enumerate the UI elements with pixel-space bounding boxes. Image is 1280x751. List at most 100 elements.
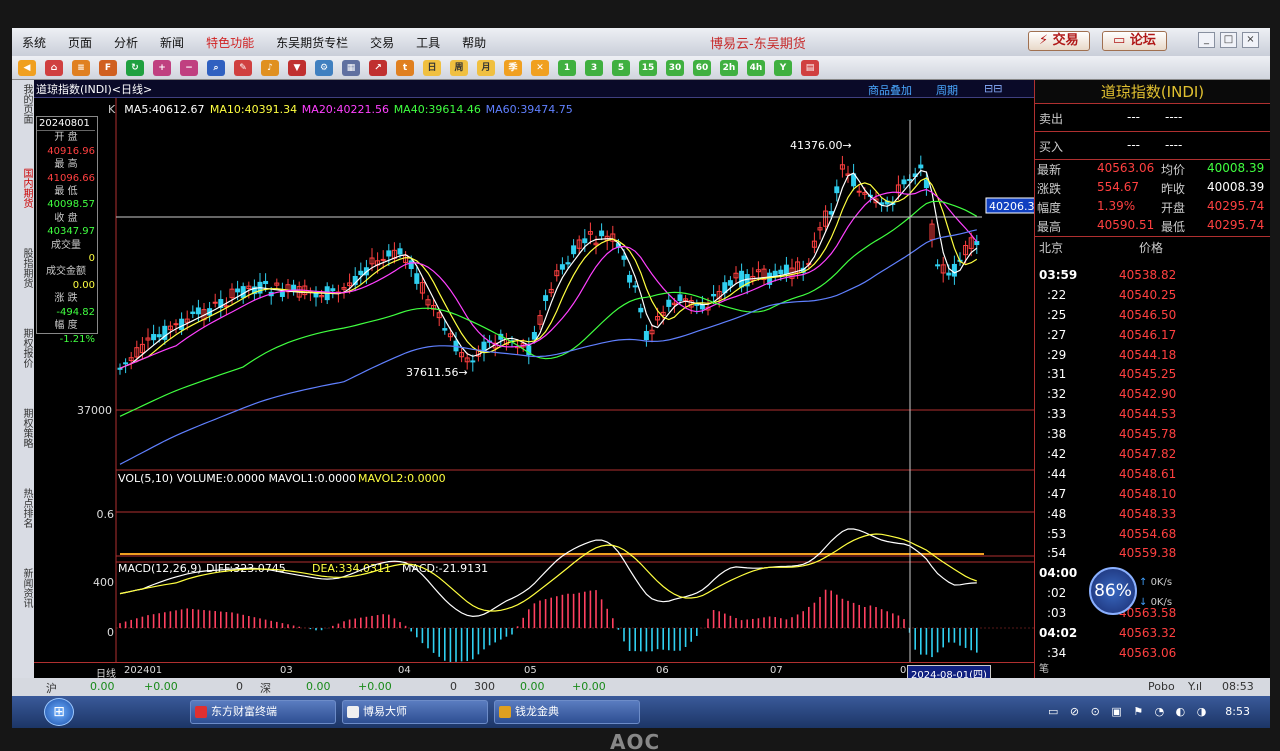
filter-icon[interactable]: ▼: [288, 59, 306, 76]
day-period-icon[interactable]: 日: [423, 59, 441, 76]
candle-body: [643, 330, 649, 341]
menu-analysis[interactable]: 分析: [114, 34, 138, 51]
close-icon[interactable]: ×: [1242, 32, 1259, 48]
period-button-year[interactable]: Y: [774, 59, 792, 76]
menu-system[interactable]: 系统: [22, 34, 46, 51]
tick-price: 40563.06: [1119, 645, 1177, 660]
draw-icon[interactable]: ✎: [234, 59, 252, 76]
quote-row: 幅度 1.39% 开盘 40295.74: [1035, 198, 1270, 217]
quote-value: 554.67: [1097, 180, 1139, 194]
bell-icon[interactable]: ♪: [261, 59, 279, 76]
refresh-icon[interactable]: ↻: [126, 59, 144, 76]
forum-button-label: 论坛: [1129, 33, 1156, 48]
tick-row: :47 40548.10: [1035, 485, 1270, 505]
tick-tab[interactable]: 笔: [1039, 660, 1049, 675]
info-close-label: 收 盘: [54, 212, 78, 224]
menu-column[interactable]: 东吴期货专栏: [276, 34, 348, 51]
tab-index-futures[interactable]: 股指期货: [14, 248, 32, 288]
tray-icons[interactable]: ▭ ⊘ ⊙ ▣ ⚑ ◔ ◐ ◑: [1048, 705, 1210, 718]
tab-news[interactable]: 新闻资讯: [14, 568, 32, 608]
sell-vol: ----: [1165, 110, 1183, 124]
vol-header: VOL(5,10) VOLUME:0.0000 MAVOL1:0.0000: [118, 472, 356, 485]
table-icon[interactable]: ▦: [342, 59, 360, 76]
quarter-period-icon[interactable]: 季: [504, 59, 522, 76]
taskbar-clock[interactable]: 8:53: [1225, 705, 1250, 718]
week-period-icon[interactable]: 周: [450, 59, 468, 76]
candle-body: [123, 362, 129, 365]
period-button-1[interactable]: 1: [558, 59, 576, 76]
sell-price: ---: [1127, 110, 1140, 124]
month-period-icon[interactable]: 月: [477, 59, 495, 76]
task-boyi[interactable]: 博易大师: [342, 700, 488, 724]
forum-button[interactable]: ▭ 论坛: [1102, 31, 1167, 51]
minimize-icon[interactable]: _: [1198, 32, 1215, 48]
candle-body: [330, 288, 336, 292]
kline-chart[interactable]: K MA5:40612.67 MA10:40391.34 MA20:40221.56 M…: [34, 80, 1034, 662]
period-button-15[interactable]: 15: [639, 59, 657, 76]
info-pct: -1.21%: [59, 333, 95, 345]
menu-page[interactable]: 页面: [68, 34, 92, 51]
tick-time: 04:02: [1039, 626, 1078, 641]
tick-time: :44: [1047, 466, 1067, 481]
tab-options-quote[interactable]: 期权报价: [14, 328, 32, 368]
status-sh: 沪: [46, 682, 57, 695]
period-button-2h[interactable]: 2h: [720, 59, 738, 76]
period-button-30[interactable]: 30: [666, 59, 684, 76]
task-qianlong[interactable]: 钱龙金典: [494, 700, 640, 724]
tools-icon[interactable]: ⚙: [315, 59, 333, 76]
menu-tools[interactable]: 工具: [416, 34, 440, 51]
list-icon[interactable]: ≡: [72, 59, 90, 76]
tick-time: :03: [1047, 606, 1067, 621]
tab-domestic-futures[interactable]: 国内期货: [14, 168, 32, 208]
task-eastmoney-label: 东方财富终端: [211, 705, 277, 718]
search-icon[interactable]: ⌕: [207, 59, 225, 76]
buy-vol: ----: [1165, 138, 1183, 152]
start-button[interactable]: ⊞: [44, 698, 74, 726]
ma-line: [119, 188, 978, 369]
cross-icon[interactable]: ✕: [531, 59, 549, 76]
candle-body: [279, 291, 285, 297]
tick-row: :48 40548.33: [1035, 505, 1270, 525]
period-button-4h[interactable]: 4h: [747, 59, 765, 76]
line-chart-icon[interactable]: ↗: [369, 59, 387, 76]
period-button-5[interactable]: 5: [612, 59, 630, 76]
trade-button[interactable]: ⚡ 交易: [1028, 31, 1090, 51]
tick-time: :33: [1047, 407, 1067, 422]
menu-special[interactable]: 特色功能: [206, 34, 254, 51]
period-button-60[interactable]: 60: [693, 59, 711, 76]
quote-value: 40008.39: [1207, 180, 1265, 194]
info-pct-label: 幅 度: [54, 320, 78, 332]
menu-trade[interactable]: 交易: [370, 34, 394, 51]
home-icon[interactable]: ⌂: [45, 59, 63, 76]
maximize-icon[interactable]: □: [1220, 32, 1237, 48]
net-upload-value: 0K/s: [1150, 577, 1173, 588]
chart-area[interactable]: 道琼指数(INDI)<日线> 商品叠加 周期 ⊟⊟ K MA5:40612.67 M…: [34, 80, 1034, 682]
tab-options-strategy[interactable]: 期权策略: [14, 408, 32, 448]
tab-hot-ranking[interactable]: 热点排名: [14, 488, 32, 528]
menu-news[interactable]: 新闻: [160, 34, 184, 51]
status-sh-vol: 0: [236, 680, 243, 693]
candle-body: [156, 334, 162, 338]
back-icon[interactable]: ◀: [18, 59, 36, 76]
info-high: 41096.66: [47, 172, 95, 184]
quote-value: 1.39%: [1097, 199, 1136, 213]
ma-label: MA40:39614.46: [394, 103, 481, 116]
quote-icon[interactable]: F: [99, 59, 117, 76]
candle-body: [565, 262, 571, 265]
x-label-apr: 04: [398, 665, 411, 676]
menu-help[interactable]: 帮助: [462, 34, 486, 51]
menu-bar: 系统 页面 分析 新闻 特色功能 东吴期货专栏 交易 工具 帮助 博易云-东吴期…: [12, 28, 1270, 56]
tick-chart-icon[interactable]: t: [396, 59, 414, 76]
zoom-in-icon[interactable]: +: [153, 59, 171, 76]
task-eastmoney[interactable]: 东方财富终端: [190, 700, 336, 724]
quote-value: 40563.06: [1097, 161, 1155, 175]
calendar-icon[interactable]: ▤: [801, 59, 819, 76]
quote-value: 40295.74: [1207, 218, 1265, 232]
tick-row: :34 40563.06: [1035, 644, 1270, 664]
tick-time: :25: [1047, 307, 1067, 322]
tab-my-page[interactable]: 我的页面: [14, 84, 32, 124]
zoom-out-icon[interactable]: −: [180, 59, 198, 76]
candle-body: [901, 179, 907, 185]
period-button-3[interactable]: 3: [585, 59, 603, 76]
network-speed-badge[interactable]: 86%: [1089, 567, 1137, 615]
